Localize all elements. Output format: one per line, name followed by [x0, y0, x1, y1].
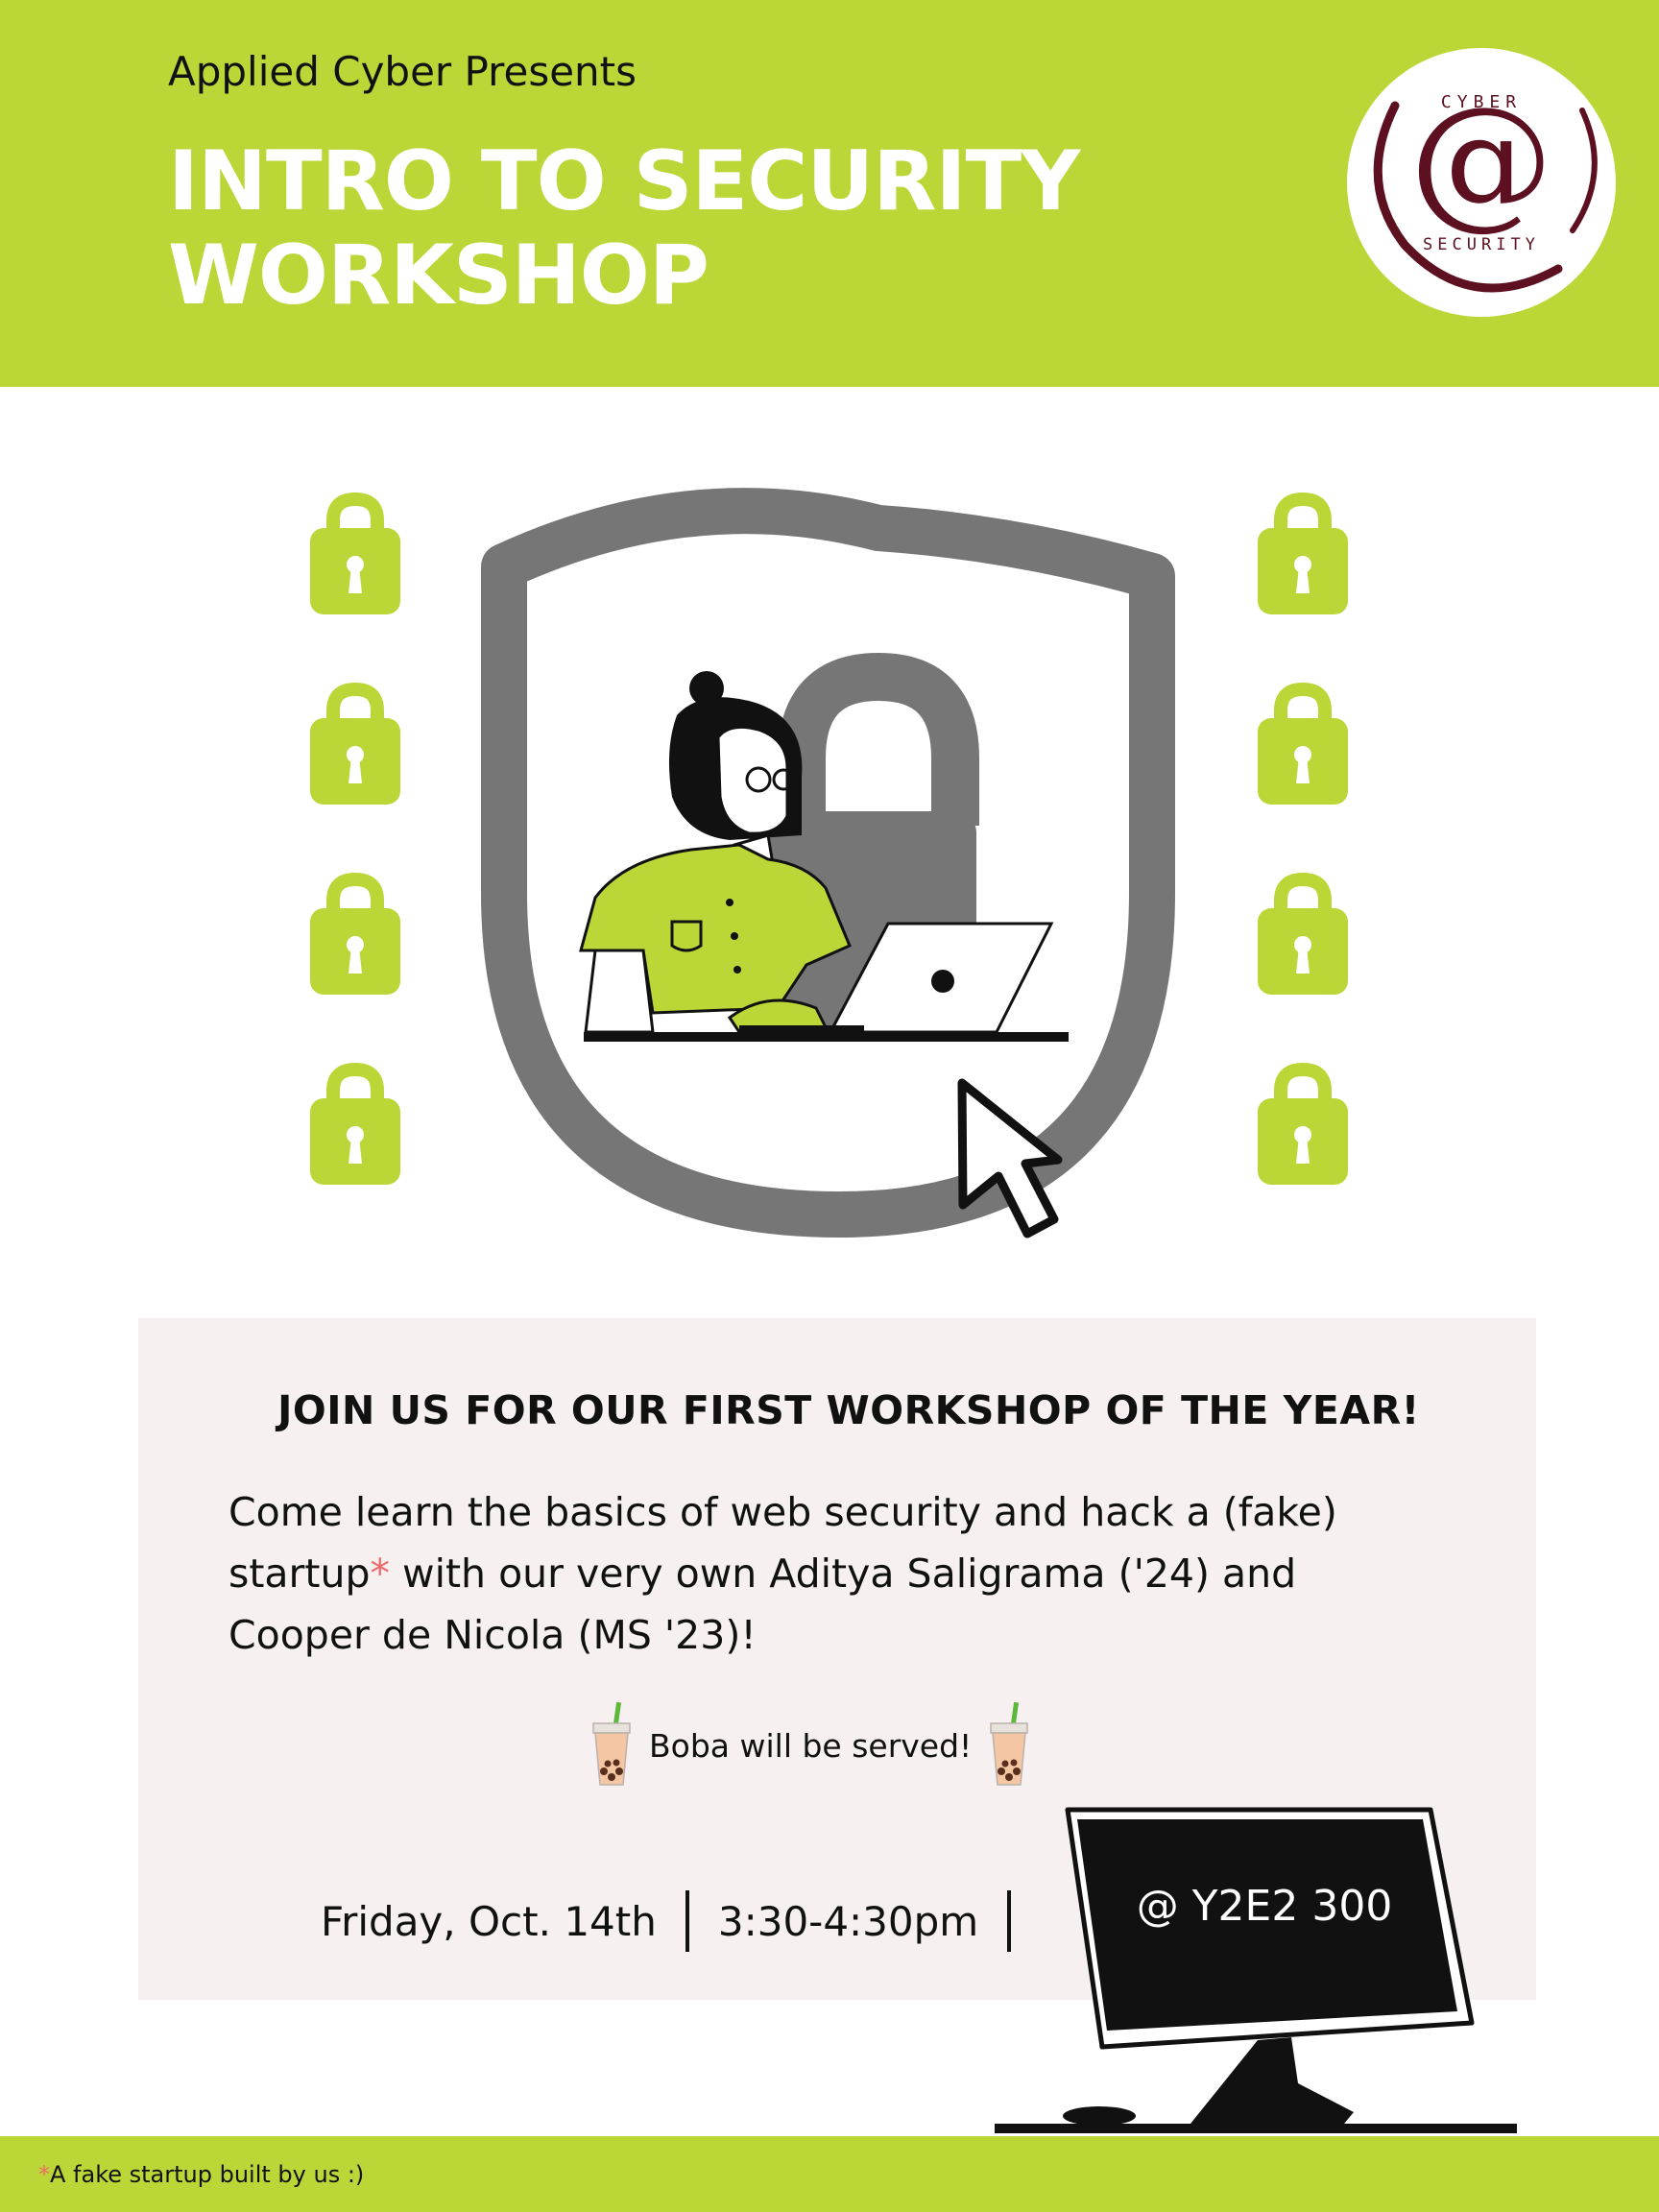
padlock-icon: [310, 879, 400, 995]
header-banner: Applied Cyber Presents INTRO TO SECURITY…: [0, 0, 1659, 387]
footer-bar: *A fake startup built by us :): [0, 2136, 1659, 2212]
headline: JOIN US FOR OUR FIRST WORKSHOP OF THE YE…: [277, 1387, 1420, 1433]
presenter-line: Applied Cyber Presents: [168, 48, 637, 95]
event-location: @ Y2E2 300: [1136, 1882, 1393, 1931]
divider: [685, 1890, 689, 1952]
desk-line: [584, 1032, 1069, 1042]
mouse-icon: [1063, 2106, 1136, 2126]
body-text: Come learn the basics of web security an…: [228, 1481, 1381, 1666]
event-details-row: Friday, Oct. 14th 3:30-4:30pm: [321, 1885, 1040, 1958]
padlock-icon: [1258, 1070, 1348, 1185]
footnote: *A fake startup built by us :): [38, 2161, 364, 2188]
padlock-icon: [310, 499, 400, 614]
asterisk-mark: *: [370, 1551, 391, 1597]
event-date: Friday, Oct. 14th: [321, 1897, 657, 1945]
boba-cup-icon: [990, 1702, 1029, 1786]
cyber-security-logo: @ CYBER SECURITY: [1347, 48, 1616, 317]
padlock-icon: [310, 1070, 400, 1185]
padlock-icon: [1258, 879, 1348, 995]
footnote-text: A fake startup built by us :): [50, 2161, 365, 2188]
padlock-icon: [1258, 689, 1348, 805]
boba-text: Boba will be served!: [649, 1726, 973, 1765]
page-title: INTRO TO SECURITY WORKSHOP: [168, 133, 1080, 324]
logo-top-text: CYBER: [1441, 92, 1522, 112]
logo-bottom-text: SECURITY: [1423, 235, 1540, 254]
footnote-asterisk: *: [38, 2161, 50, 2188]
monitor-icon: [995, 1807, 1517, 2133]
boba-cup-icon: [592, 1702, 631, 1786]
hero-illustration: [288, 488, 1382, 1238]
padlock-icon: [310, 689, 400, 805]
boba-line: Boba will be served!: [589, 1702, 1089, 1789]
event-time: 3:30-4:30pm: [717, 1897, 979, 1945]
padlock-icon: [1258, 499, 1348, 614]
